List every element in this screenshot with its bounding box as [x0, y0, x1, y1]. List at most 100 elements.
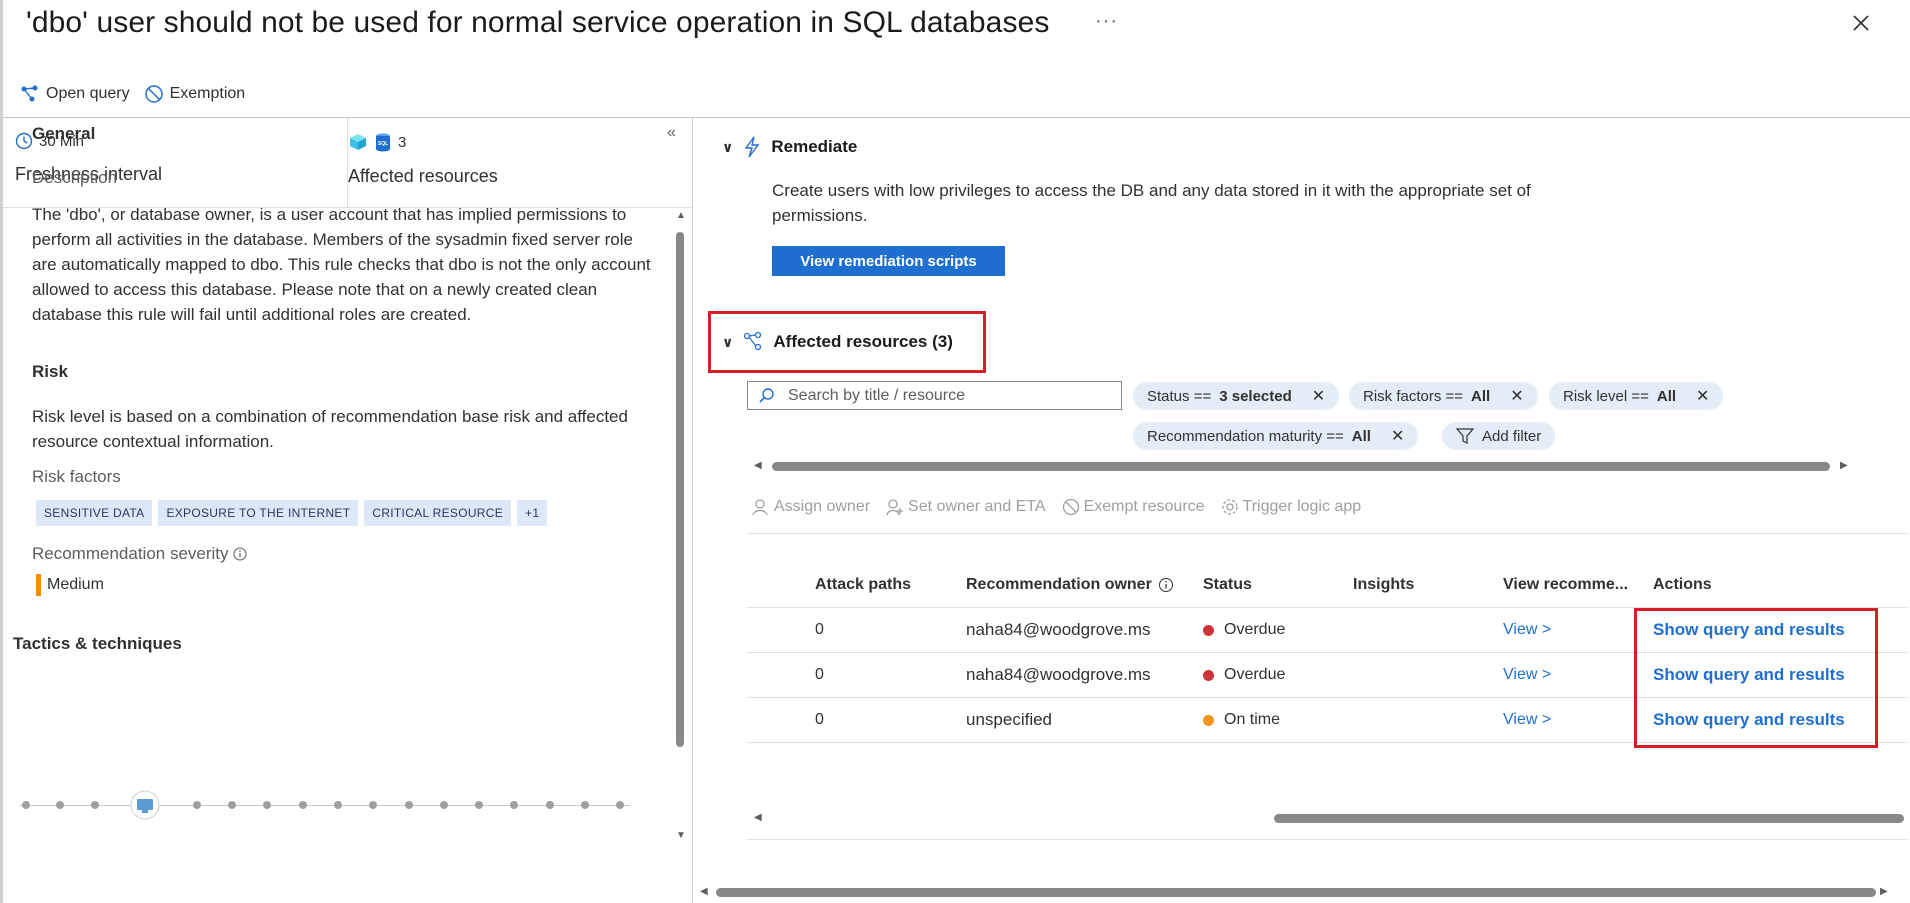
column-header-status[interactable]: Status: [1203, 563, 1252, 607]
status-text: Overdue: [1224, 621, 1286, 638]
filter-value: All: [1656, 387, 1677, 405]
search-input[interactable]: Search by title / resource: [747, 381, 1122, 410]
exempt-resource-label: Exempt resource: [1083, 498, 1205, 515]
info-icon[interactable]: [1158, 577, 1174, 593]
view-remediation-scripts-button[interactable]: View remediation scripts: [772, 246, 1005, 276]
remove-filter-icon[interactable]: ✕: [1510, 386, 1523, 406]
stats-header: 30 Min Freshness interval SQL 3 Affected…: [3, 118, 693, 208]
filter-pill-risk-factors[interactable]: Risk factors == All ✕: [1349, 382, 1538, 410]
search-icon: [759, 387, 774, 403]
scroll-left-arrow[interactable]: ◀: [754, 812, 762, 823]
description-text: The 'dbo', or database owner, is a user …: [32, 205, 651, 324]
view-recommendation-link[interactable]: View >: [1503, 608, 1551, 652]
remediate-text: Create users with low privileges to acce…: [772, 181, 1531, 225]
column-header-insights[interactable]: Insights: [1353, 563, 1414, 607]
severity-value: Medium: [36, 574, 104, 596]
filter-name: Recommendation maturity ==: [1147, 427, 1344, 445]
remediate-section-header[interactable]: ∨ Remediate: [722, 136, 857, 158]
more-options-button[interactable]: ···: [1095, 10, 1118, 33]
assign-owner-button[interactable]: Assign owner: [752, 498, 870, 516]
filter-pill-risk-level[interactable]: Risk level == All ✕: [1549, 382, 1724, 410]
owner-cell: naha84@woodgrove.ms: [966, 665, 1151, 684]
filter-icon: [1456, 428, 1474, 444]
sql-database-icon: SQL: [376, 133, 390, 152]
command-bar: Open query Exemption: [20, 84, 245, 104]
close-icon[interactable]: [1848, 10, 1874, 36]
filter-pill-maturity[interactable]: Recommendation maturity == All ✕: [1133, 422, 1419, 450]
view-recommendation-link[interactable]: View >: [1503, 653, 1551, 697]
status-dot: [1203, 714, 1214, 726]
open-query-label: Open query: [46, 85, 130, 102]
status-text: On time: [1224, 711, 1281, 728]
collapse-pane-button[interactable]: «: [667, 124, 676, 142]
scroll-left-arrow[interactable]: ◀: [754, 460, 762, 471]
clock-icon: [15, 132, 33, 150]
add-filter-label: Add filter: [1482, 427, 1542, 445]
filters-scrollbar[interactable]: ◀ ▶: [752, 460, 1852, 472]
add-filter-button[interactable]: Add filter: [1442, 422, 1556, 450]
chevron-down-icon: ∨: [722, 333, 734, 350]
severity-label-row: Recommendation severity: [32, 544, 247, 564]
column-header-attack-paths[interactable]: Attack paths: [815, 563, 911, 607]
person-icon: [752, 499, 768, 516]
column-header-owner[interactable]: Recommendation owner: [966, 563, 1174, 607]
owner-header-label: Recommendation owner: [966, 576, 1152, 593]
tactics-heading: Tactics & techniques: [13, 634, 182, 653]
risk-heading: Risk: [32, 362, 68, 381]
filter-value: All: [1351, 427, 1371, 445]
exemption-button[interactable]: Exemption: [144, 84, 245, 104]
trigger-logic-app-button[interactable]: Trigger logic app: [1221, 498, 1361, 516]
filter-value: 3 selected: [1219, 387, 1292, 405]
gear-icon: [1221, 499, 1238, 515]
filter-pill-status[interactable]: Status == 3 selected ✕: [1133, 382, 1340, 410]
filter-name: Risk factors ==: [1363, 387, 1464, 405]
risk-factor-tag: EXPOSURE TO THE INTERNET: [158, 500, 359, 526]
info-icon[interactable]: [233, 547, 247, 561]
status-cell: Overdue: [1203, 608, 1285, 652]
more-risk-factors-tag[interactable]: +1: [517, 500, 548, 526]
status-text: Overdue: [1224, 666, 1286, 683]
severity-color-bar: [36, 574, 41, 596]
view-recommendation-link[interactable]: View >: [1503, 698, 1551, 742]
filter-name: Status ==: [1147, 387, 1212, 405]
scroll-up-arrow[interactable]: ▲: [676, 210, 686, 221]
risk-text: Risk level is based on a combination of …: [32, 407, 628, 451]
table-scrollbar[interactable]: ◀: [752, 812, 1910, 824]
exempt-resource-button[interactable]: Exempt resource: [1062, 498, 1205, 516]
left-pane-scroll-thumb[interactable]: [676, 232, 684, 747]
scroll-left-arrow[interactable]: ◀: [700, 886, 708, 897]
mitre-kill-chain: [20, 790, 630, 820]
left-pane-scrollbar[interactable]: ▲ ▼: [674, 210, 686, 841]
set-owner-eta-button[interactable]: Set owner and ETA: [886, 498, 1046, 516]
scroll-right-arrow[interactable]: ▶: [1880, 886, 1888, 897]
query-graph-icon: [21, 85, 38, 102]
attack-paths-cell: 0: [815, 666, 824, 683]
prohibited-icon: [144, 85, 163, 103]
risk-factor-tag: SENSITIVE DATA: [36, 500, 153, 526]
affected-resources-section-header[interactable]: ∨ Affected resources (3): [722, 331, 953, 353]
status-dot: [1203, 669, 1214, 681]
remove-filter-icon[interactable]: ✕: [1391, 426, 1404, 446]
filter-value: All: [1471, 387, 1491, 405]
column-header-view-recommendation[interactable]: View recomme...: [1503, 563, 1628, 607]
column-header-actions[interactable]: Actions: [1653, 563, 1712, 607]
blade-scroll-thumb[interactable]: [716, 888, 1876, 897]
remove-filter-icon[interactable]: ✕: [1696, 386, 1709, 406]
description-label: Description: [32, 168, 118, 187]
attack-paths-cell: 0: [815, 621, 824, 638]
table-scroll-thumb[interactable]: [1274, 814, 1904, 823]
remediate-heading: Remediate: [771, 137, 858, 156]
lightning-icon: [745, 136, 760, 158]
filter-name: Risk level ==: [1563, 387, 1649, 405]
scroll-right-arrow[interactable]: ▶: [1840, 460, 1848, 471]
affected-resources-stat: SQL 3 Affected resources: [348, 132, 498, 187]
prohibited-icon: [1062, 498, 1079, 516]
blade-scrollbar[interactable]: ◀ ▶: [700, 886, 1910, 898]
bulk-actions-bar: Assign owner Set owner and ETA Exempt re…: [752, 498, 1361, 516]
remove-filter-icon[interactable]: ✕: [1312, 386, 1325, 406]
open-query-button[interactable]: Open query: [20, 84, 130, 104]
scroll-down-arrow[interactable]: ▼: [676, 830, 686, 841]
filters-scroll-thumb[interactable]: [772, 462, 1830, 471]
affected-label: Affected resources: [348, 166, 498, 186]
search-placeholder: Search by title / resource: [788, 386, 965, 404]
